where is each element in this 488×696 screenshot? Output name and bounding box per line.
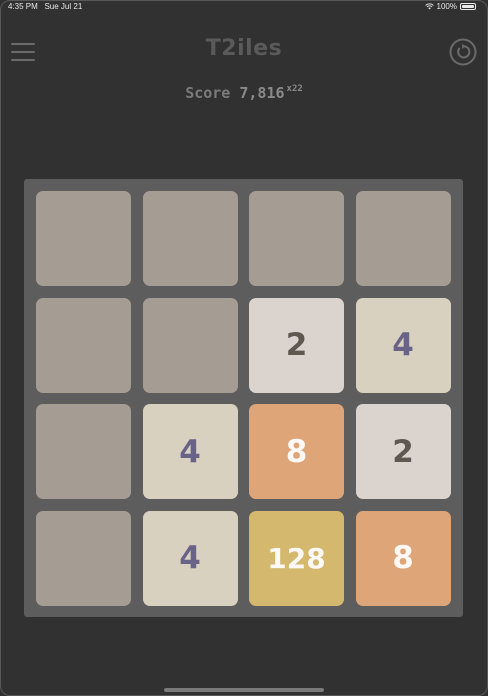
status-time: 4:35 PM — [8, 2, 38, 11]
tile-empty — [355, 191, 451, 286]
tile-empty — [142, 297, 238, 393]
score-value: 7,816 — [239, 84, 285, 102]
tile-empty — [36, 297, 131, 393]
tile-128: 128 — [249, 510, 344, 606]
tile-4: 4 — [355, 297, 451, 393]
tile-4: 4 — [142, 404, 238, 499]
game-board[interactable]: 2 4 4 8 2 4 128 8 — [24, 179, 463, 617]
tile-2: 2 — [355, 404, 451, 499]
wifi-icon — [424, 3, 434, 10]
restart-button[interactable] — [449, 38, 477, 66]
status-indicators: 100% — [424, 2, 476, 11]
tile-2: 2 — [249, 297, 344, 393]
home-indicator[interactable] — [164, 688, 324, 692]
battery-percent: 100% — [436, 2, 457, 11]
status-date: Sue Jul 21 — [44, 2, 83, 11]
score-display: Score 7,816 x22 — [0, 84, 488, 102]
tile-4: 4 — [142, 510, 238, 606]
status-time-date: 4:35 PM Sue Jul 21 — [8, 2, 82, 11]
status-bar: 4:35 PM Sue Jul 21 100% — [6, 2, 482, 14]
tile-empty — [36, 404, 131, 499]
tile-empty — [36, 191, 131, 286]
app-title: T2iles — [205, 36, 283, 61]
tile-empty — [142, 191, 238, 286]
score-multiplier: x22 — [286, 84, 303, 94]
restart-icon — [449, 38, 477, 66]
battery-icon — [460, 3, 476, 10]
tile-empty — [249, 191, 344, 286]
score-label: Score — [185, 84, 231, 102]
tile-empty — [36, 510, 131, 606]
tile-8: 8 — [355, 510, 451, 606]
tile-8: 8 — [249, 404, 344, 499]
